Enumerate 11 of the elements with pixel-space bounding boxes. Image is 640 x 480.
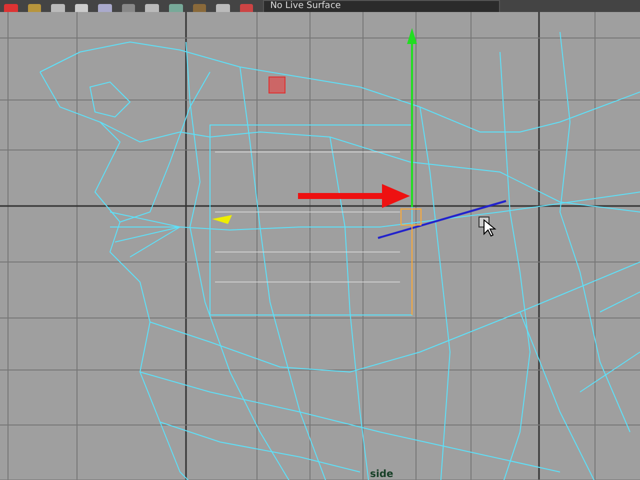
arrow-icon: [298, 184, 410, 208]
move-manipulator-drawing[interactable]: [378, 28, 506, 316]
camera-label: side: [370, 469, 394, 480]
toolbar-icon[interactable]: [122, 4, 136, 12]
cursor-icon: [478, 216, 496, 237]
toolbar-icon[interactable]: [168, 4, 182, 12]
live-surface-field[interactable]: No Live Surface: [263, 0, 500, 12]
cone-icon: [212, 215, 232, 224]
toolbar-icon[interactable]: [74, 4, 88, 12]
square-marker-icon: [268, 76, 286, 94]
toolbar-icon[interactable]: [28, 4, 42, 12]
